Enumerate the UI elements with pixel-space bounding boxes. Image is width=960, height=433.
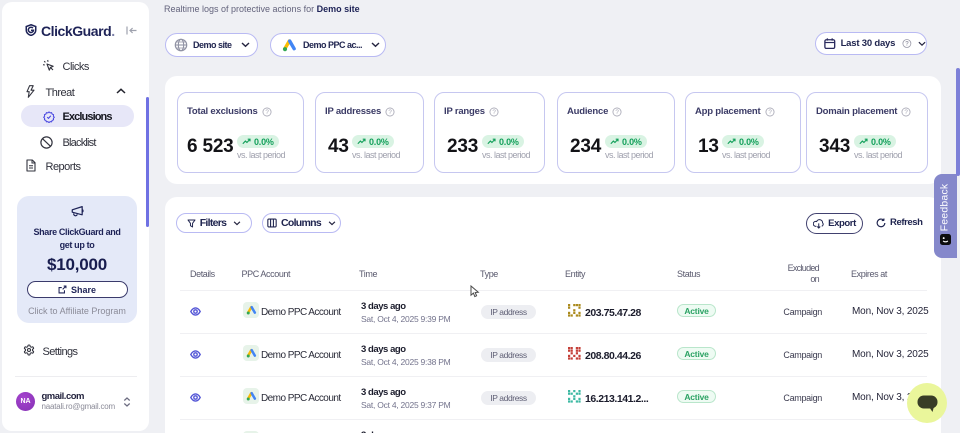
svg-text:?: ? [492,109,496,116]
svg-text:?: ? [905,109,909,116]
svg-text:?: ? [388,109,392,116]
svg-text:?: ? [768,109,772,116]
svg-text:?: ? [265,109,269,116]
svg-text:?: ? [905,41,909,48]
svg-text:?: ? [616,109,620,116]
